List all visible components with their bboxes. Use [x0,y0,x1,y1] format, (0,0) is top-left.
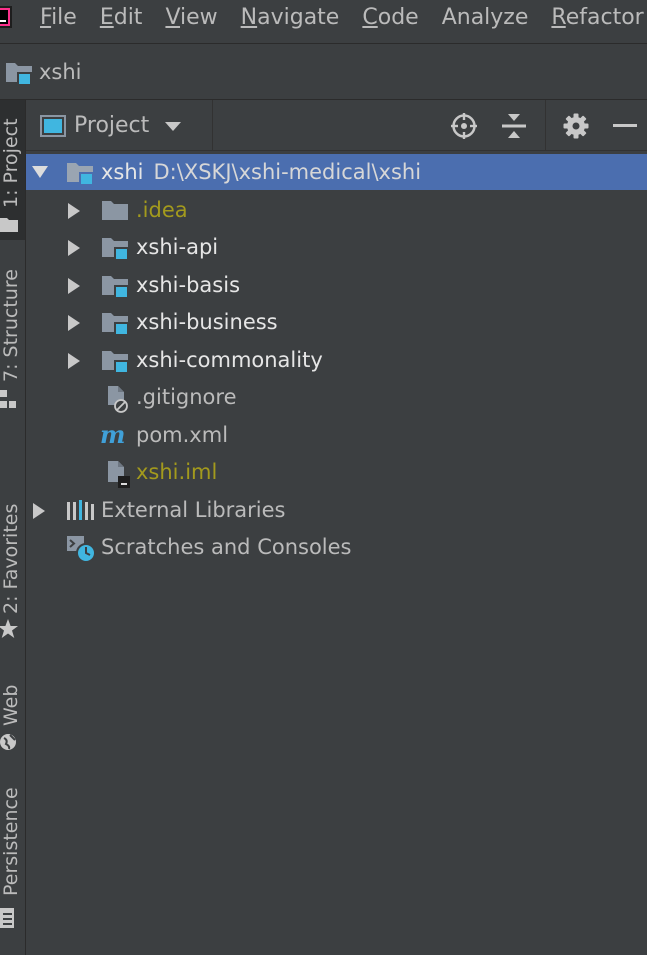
collapsed-arrow-icon[interactable] [66,277,82,295]
persistence-icon [0,908,14,928]
tree-row-xshi-commonality[interactable]: xshi-commonality [26,342,647,378]
maven-icon: m [100,423,125,449]
collapsed-arrow-icon[interactable] [66,202,82,220]
tree-item-label: xshi-commonality [136,348,323,372]
chevron-down-icon [165,122,182,131]
tool-window-favorites[interactable]: 2: Favorites [0,500,25,650]
project-panel-header: Project [26,100,647,151]
header-separator-2 [545,100,546,150]
tree-item-label: .idea [136,198,188,222]
tool-window-stripe: 1: Project 7: Structure 2: Favorites Web… [0,100,26,955]
tree-row-xshi-iml[interactable]: xshi.iml [26,454,647,490]
gear-icon[interactable] [562,112,590,140]
folder-icon [102,201,128,220]
ignored-file-icon [108,386,128,413]
tool-window-structure[interactable]: 7: Structure [0,269,25,415]
collapse-all-icon[interactable] [501,112,527,140]
tree-item-label: xshi-basis [136,273,241,297]
tool-window-persistence-label: Persistence [0,787,22,896]
scratches-icon [67,536,96,563]
collapsed-arrow-icon[interactable] [66,352,82,370]
tree-item-label: xshi-business [136,310,278,334]
tree-item-label: xshi.iml [136,460,218,484]
tree-row-xshi-business[interactable]: xshi-business [26,304,647,340]
globe-icon [0,734,16,750]
tree-row-root[interactable]: xshi D:\XSKJ\xshi-medical\xshi [26,154,647,190]
tree-row-xshi-basis[interactable]: xshi-basis [26,267,647,303]
module-folder-icon [102,238,129,261]
star-icon [0,619,18,638]
menu-file[interactable]: File [40,4,77,32]
menu-analyze[interactable]: Analyze [442,4,529,32]
header-separator [212,100,213,150]
tree-row-gitignore[interactable]: .gitignore [26,379,647,415]
collapsed-arrow-icon[interactable] [66,314,82,332]
project-panel: Project xshi D:\XSKJ\xshi-medical\xshi .… [26,100,647,955]
tool-window-web[interactable]: Web [0,675,25,760]
project-view-label: Project [74,113,150,138]
svg-text:m: m [100,423,125,449]
module-folder-icon [67,163,94,186]
module-folder-icon [102,276,129,299]
breadcrumb-project[interactable]: xshi [39,58,82,86]
tree-root-path: D:\XSKJ\xshi-medical\xshi [153,160,422,184]
module-folder-icon[interactable] [5,60,35,86]
intellij-logo-icon [0,6,12,28]
collapsed-arrow-icon[interactable] [31,502,47,520]
tree-root-label: xshi D:\XSKJ\xshi-medical\xshi [101,160,422,184]
tool-window-structure-label: 7: Structure [0,269,22,382]
menu-bar: File Edit View Navigate Code Analyze Ref… [0,0,647,36]
menu-view[interactable]: View [165,4,217,32]
tree-row-pom-xml[interactable]: m pom.xml [26,417,647,453]
project-view-selector[interactable]: Project [40,112,182,140]
structure-icon [0,390,16,408]
menu-navigate[interactable]: Navigate [241,4,340,32]
tool-window-project-label: 1: Project [0,118,22,208]
menu-refactor[interactable]: Refactor [551,4,643,32]
module-file-icon [108,461,130,488]
tree-scratches-label: Scratches and Consoles [101,535,352,559]
tree-row-external-libraries[interactable]: External Libraries [26,492,647,528]
collapsed-arrow-icon[interactable] [66,239,82,257]
locate-icon[interactable] [450,112,478,140]
tree-item-label: pom.xml [136,423,229,447]
folder-icon [0,218,18,232]
tree-row-idea[interactable]: .idea [26,192,647,228]
expanded-arrow-icon[interactable] [31,164,49,180]
project-view-icon [40,115,66,137]
tree-item-label: .gitignore [136,385,237,409]
libraries-icon [67,500,94,520]
navigation-bar: xshi [0,44,647,99]
module-folder-icon [102,313,129,336]
minimize-icon[interactable] [613,112,637,140]
tool-window-persistence[interactable]: Persistence [0,787,25,930]
menu-code[interactable]: Code [362,4,418,32]
tree-row-xshi-api[interactable]: xshi-api [26,229,647,265]
module-folder-icon [102,351,129,374]
tree-row-scratches[interactable]: Scratches and Consoles [26,529,647,565]
menu-edit[interactable]: Edit [100,4,143,32]
tree-external-libraries-label: External Libraries [101,498,286,522]
tool-window-web-label: Web [0,684,22,726]
tool-window-favorites-label: 2: Favorites [0,503,22,614]
tool-window-project[interactable]: 1: Project [0,100,25,240]
tree-item-label: xshi-api [136,235,219,259]
